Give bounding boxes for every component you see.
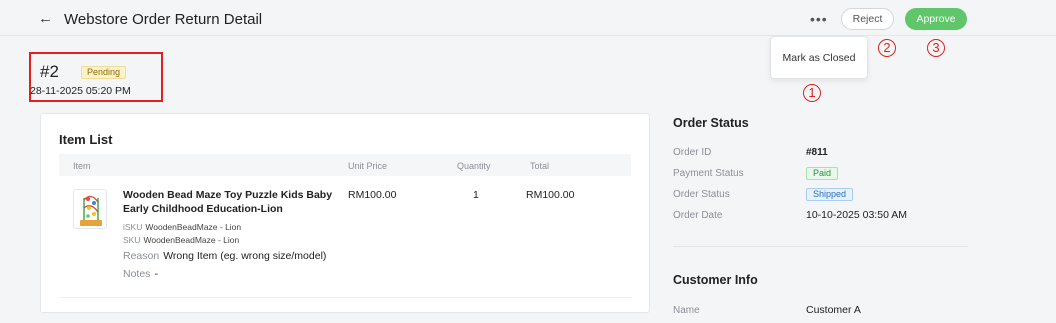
column-header-quantity: Quantity [457, 161, 491, 171]
sku-value: WoodenBeadMaze - Lion [143, 235, 240, 245]
order-id-link[interactable]: #811 [806, 147, 828, 158]
reason-label: Reason [123, 250, 160, 262]
reject-button[interactable]: Reject [841, 8, 894, 30]
annotation-callout-3: 3 [927, 39, 945, 57]
payment-status-badge: Paid [806, 167, 839, 180]
quantity-cell: 1 [473, 189, 479, 201]
order-date-label: Order Date [673, 210, 723, 221]
more-options-menu: Mark as Closed [770, 36, 868, 79]
payment-status-label: Payment Status [673, 168, 744, 179]
notes-label: Notes [123, 268, 151, 280]
column-header-unit-price: Unit Price [348, 161, 388, 171]
arrow-left-icon[interactable]: ← [38, 10, 53, 27]
isku-value: WoodenBeadMaze - Lion [145, 222, 242, 232]
order-status-title: Order Status [673, 116, 749, 130]
notes-value: - [154, 268, 158, 280]
customer-name-label: Name [673, 305, 700, 316]
annotation-callout-1: 1 [803, 84, 821, 102]
sku-line: SKU WoodenBeadMaze - Lion [123, 235, 239, 245]
row-divider [59, 297, 631, 298]
isku-label: iSKU [123, 222, 143, 232]
top-bar: ← Webstore Order Return Detail ••• Rejec… [0, 0, 1056, 36]
return-datetime: 28-11-2025 05:20 PM [30, 85, 131, 97]
annotation-callout-2: 2 [878, 39, 896, 57]
order-status-label: Order Status [673, 189, 730, 200]
reason-value: Wrong Item (eg. wrong size/model) [163, 250, 327, 262]
sku-label: SKU [123, 235, 141, 245]
return-order-number: #2 [40, 62, 59, 81]
return-notes: Notes - [123, 268, 158, 280]
product-name: Wooden Bead Maze Toy Puzzle Kids Baby Ea… [123, 189, 333, 215]
unit-price-cell: RM100.00 [348, 189, 397, 201]
customer-name-value: Customer A [806, 304, 861, 316]
order-status-badge: Shipped [806, 188, 854, 201]
page-title: Webstore Order Return Detail [64, 11, 263, 28]
order-date-value: 10-10-2025 03:50 AM [806, 209, 907, 221]
table-header: Item Unit Price Quantity Total [59, 154, 631, 176]
order-id-label: Order ID [673, 147, 712, 158]
status-badge: Pending [81, 66, 127, 79]
customer-info-title: Customer Info [673, 273, 758, 287]
isku-line: iSKU WoodenBeadMaze - Lion [123, 222, 241, 232]
product-thumbnail [73, 189, 107, 229]
column-header-total: Total [530, 161, 550, 171]
approve-button[interactable]: Approve [905, 8, 967, 30]
item-list-card: Item List Item Unit Price Quantity Total… [40, 113, 650, 313]
more-options-button[interactable]: ••• [810, 11, 828, 27]
return-reason: Reason Wrong Item (eg. wrong size/model) [123, 250, 326, 262]
bead-maze-toy-image [80, 195, 102, 226]
item-list-title: Item List [59, 132, 113, 147]
total-cell: RM100.00 [526, 189, 575, 201]
column-header-item: Item [73, 161, 91, 171]
section-divider [673, 246, 968, 247]
mark-as-closed-menu-item[interactable]: Mark as Closed [771, 52, 867, 64]
